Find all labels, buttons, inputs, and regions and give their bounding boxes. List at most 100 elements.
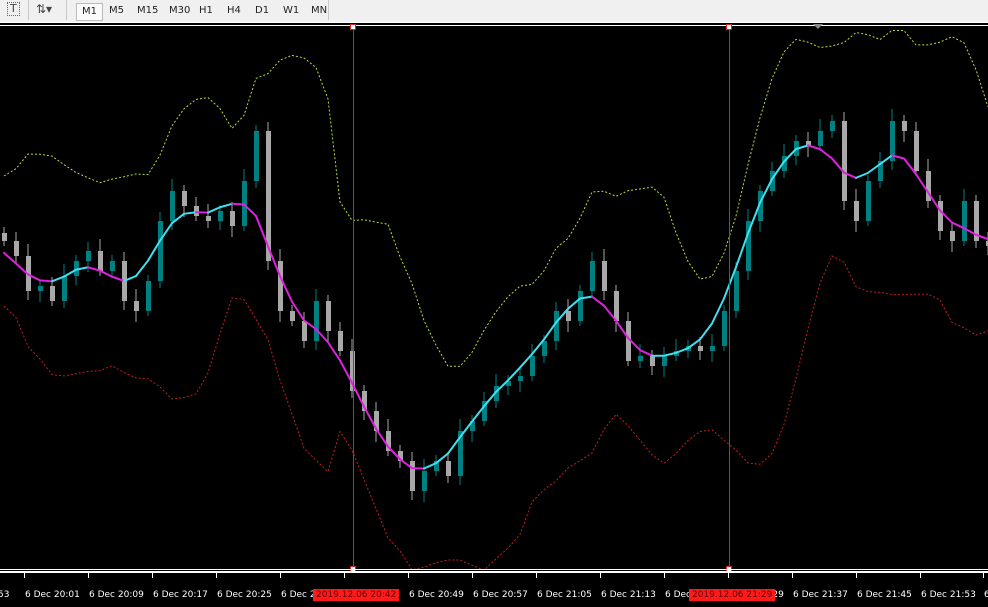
candle-body xyxy=(518,376,523,381)
time-tick xyxy=(536,573,537,578)
time-tick xyxy=(216,573,217,578)
moving-average-segment xyxy=(640,350,652,356)
candle-body xyxy=(62,276,67,301)
vline-1-time-label: 2019.12.06 20:42 xyxy=(313,589,399,601)
timeframe-m30[interactable]: M30 xyxy=(164,3,195,19)
candle-body xyxy=(50,286,55,301)
moving-average-segment xyxy=(100,271,112,277)
candle-body xyxy=(914,131,919,171)
candle-body xyxy=(698,346,703,351)
time-tick xyxy=(983,573,984,578)
vertical-line-1-handle-top[interactable] xyxy=(350,24,356,30)
time-label: 6 Dec 20:49 xyxy=(409,590,464,600)
timeframe-h4[interactable]: H4 xyxy=(222,3,246,19)
candle-body xyxy=(662,356,667,366)
price-chart[interactable] xyxy=(0,27,988,569)
time-label: 53 xyxy=(0,590,9,600)
vline-2-time-label: 2019.12.06 21:29 xyxy=(689,589,775,601)
candle-body xyxy=(278,261,283,311)
timeframe-bar: M1M5M15M30H1H4D1W1MN xyxy=(70,0,329,20)
vertical-line-2[interactable] xyxy=(729,26,730,570)
candle-body xyxy=(938,201,943,231)
candle-body xyxy=(338,331,343,351)
candle-body xyxy=(134,301,139,311)
time-tick xyxy=(88,573,89,578)
candle-body xyxy=(854,201,859,221)
candle-body xyxy=(602,261,607,291)
candle-body xyxy=(194,206,199,216)
moving-average-segment xyxy=(220,204,232,207)
time-tick xyxy=(792,573,793,578)
candle-body xyxy=(290,311,295,321)
candle-body xyxy=(326,301,331,331)
time-tick xyxy=(856,573,857,578)
time-label: 6 Dec 21:37 xyxy=(793,590,848,600)
time-label: 6 Dec 20:01 xyxy=(25,590,80,600)
time-tick xyxy=(152,573,153,578)
time-label: 6 Dec 21:53 xyxy=(921,590,976,600)
candle-body xyxy=(962,201,967,241)
timeframe-m5[interactable]: M5 xyxy=(104,3,129,19)
time-label: 6 Dec 21:45 xyxy=(857,590,912,600)
time-axis: 2019.12.06 20:42 2019.12.06 21:29 53 6 De… xyxy=(0,572,988,607)
candle-body xyxy=(950,231,955,241)
candle-body xyxy=(422,471,427,491)
timeframe-m15[interactable]: M15 xyxy=(132,3,163,19)
candle-body xyxy=(98,251,103,271)
candle-body xyxy=(302,321,307,341)
candle-body xyxy=(86,251,91,261)
candle-body xyxy=(614,291,619,321)
timeframe-h1[interactable]: H1 xyxy=(194,3,218,19)
time-label: 6 xyxy=(984,590,988,600)
timeframe-mn[interactable]: MN xyxy=(306,3,332,19)
time-tick xyxy=(472,573,473,578)
candle-body xyxy=(830,121,835,131)
time-tick xyxy=(344,573,345,578)
text-tool-group: T xyxy=(0,0,29,20)
candle-body xyxy=(218,211,223,221)
upper-band-line xyxy=(4,31,988,367)
time-label: 6 Dec 20:25 xyxy=(217,590,272,600)
candle-body xyxy=(722,311,727,346)
candle-body xyxy=(530,356,535,376)
candle-body xyxy=(314,301,319,341)
lower-band-line xyxy=(4,256,988,569)
vertical-line-1[interactable] xyxy=(353,26,354,570)
candle-body xyxy=(842,121,847,201)
vertical-line-2-handle-top[interactable] xyxy=(726,24,732,30)
candle-body xyxy=(710,346,715,351)
candle-body xyxy=(230,211,235,226)
time-tick xyxy=(920,573,921,578)
candle-body xyxy=(590,261,595,291)
time-tick xyxy=(728,573,729,578)
moving-average-segment xyxy=(136,261,148,276)
timeframe-d1[interactable]: D1 xyxy=(250,3,274,19)
candle-body xyxy=(146,281,151,311)
text-tool-icon[interactable]: T xyxy=(7,2,20,16)
timeframe-w1[interactable]: W1 xyxy=(278,3,304,19)
candle-body xyxy=(410,461,415,491)
candle-body xyxy=(650,356,655,366)
candle-body xyxy=(170,191,175,221)
time-tick xyxy=(280,573,281,578)
candle-body xyxy=(14,241,19,256)
shapes-dropdown-icon[interactable]: ⇅▾ xyxy=(36,2,52,16)
candle-body xyxy=(38,286,43,291)
timeframe-m1[interactable]: M1 xyxy=(76,3,103,21)
candle-body xyxy=(542,341,547,356)
candle-body xyxy=(734,271,739,311)
toolbar: T ⇅▾ M1M5M15M30H1H4D1W1MN xyxy=(0,0,988,23)
candle-body xyxy=(158,221,163,281)
moving-average-segment xyxy=(232,204,244,205)
moving-average-segment xyxy=(592,297,604,306)
candle-body xyxy=(254,131,259,181)
time-label: 6 Dec 20:57 xyxy=(473,590,528,600)
moving-average-segment xyxy=(820,149,832,158)
moving-average-segment xyxy=(856,173,868,178)
candle-body xyxy=(2,233,7,241)
moving-average-segment xyxy=(40,280,52,281)
moving-average-segment xyxy=(700,324,712,340)
candle-body xyxy=(446,461,451,476)
candle-body xyxy=(206,216,211,221)
candle-body xyxy=(110,261,115,271)
